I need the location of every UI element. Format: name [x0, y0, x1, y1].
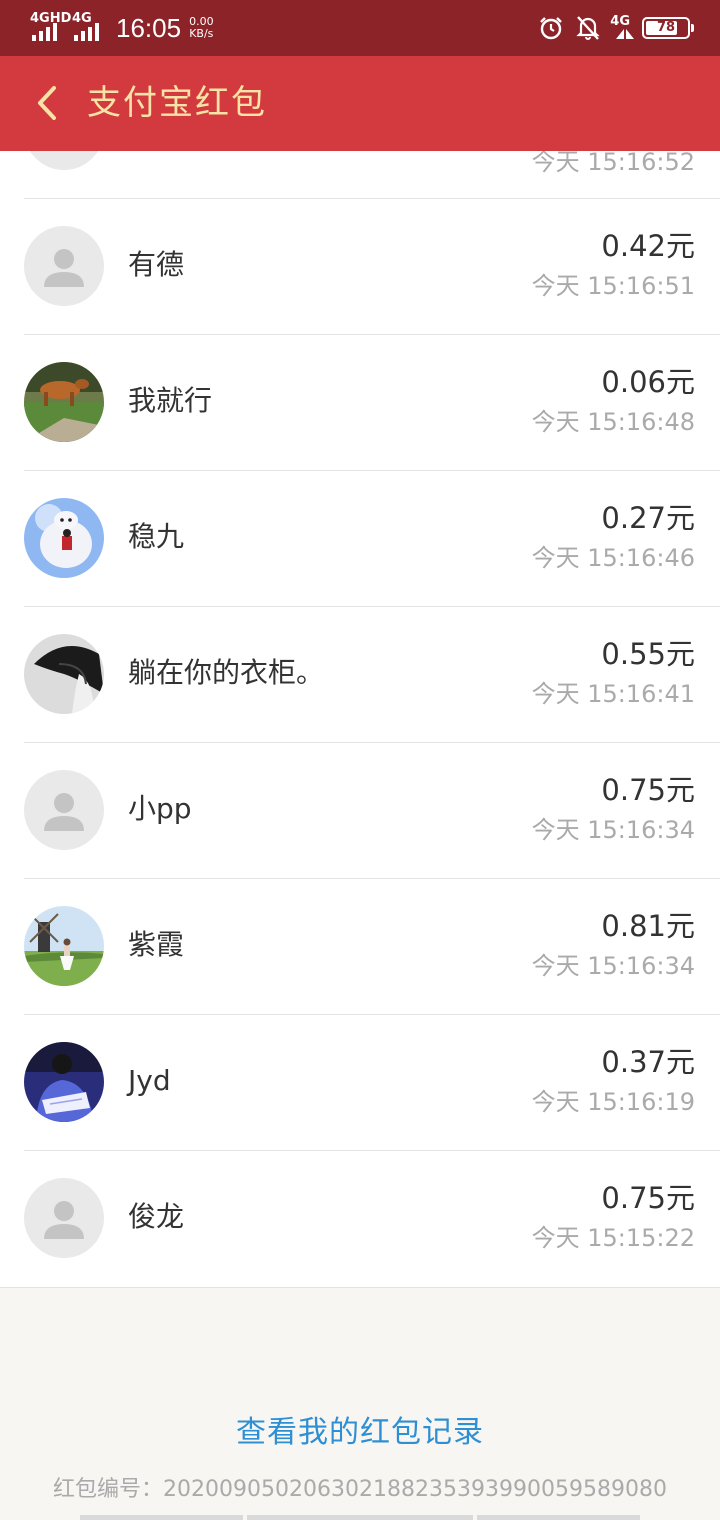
sender-name: 俊龙: [128, 1200, 185, 1233]
list-item[interactable]: 有德 0.42元今天 15:16:51: [0, 198, 720, 334]
divider: [24, 606, 720, 607]
avatar: [24, 151, 104, 170]
packet-amount: 0.81元: [601, 909, 695, 943]
receive-time: 今天 15:16:41: [531, 680, 695, 708]
list-item[interactable]: Jyd 0.37元今天 15:16:19: [0, 1014, 720, 1150]
avatar[interactable]: [24, 770, 104, 850]
list-rows: 有德 0.42元今天 15:16:51 我就行 0.06元今天 15:16:48 稳九 0…: [0, 198, 720, 1286]
battery-icon: 78: [642, 17, 694, 39]
list-item-partial[interactable]: 今天 15:16:52: [0, 151, 720, 198]
app-header: 支付宝红包: [0, 56, 720, 151]
speed-unit: KB/s: [189, 27, 214, 40]
bottom-tab-edge: [477, 1515, 640, 1520]
list-item[interactable]: 紫霞 0.81元今天 15:16:34: [0, 878, 720, 1014]
avatar[interactable]: [24, 906, 104, 986]
divider: [24, 878, 720, 879]
sender-name: 躺在你的衣柜。: [128, 656, 325, 689]
network-label: 4G: [610, 13, 630, 29]
avatar[interactable]: [24, 362, 104, 442]
avatar[interactable]: [24, 1042, 104, 1122]
avatar[interactable]: [24, 226, 104, 306]
divider: [24, 198, 720, 199]
bottom-tab-edge: [247, 1515, 473, 1520]
list-item[interactable]: 俊龙 0.75元今天 15:15:22: [0, 1150, 720, 1286]
receive-time: 今天 15:16:19: [531, 1088, 695, 1116]
network-speed: 0.00 KB/s: [189, 16, 214, 40]
packet-amount: 0.75元: [601, 1181, 695, 1215]
divider: [24, 1150, 720, 1151]
status-right: 4G 78: [538, 12, 694, 44]
packet-amount: 0.42元: [601, 229, 695, 263]
sender-name: 紫霞: [128, 928, 185, 961]
back-button[interactable]: [26, 80, 72, 126]
signal-icon: 4GHD: [30, 12, 71, 43]
receive-time: 今天 15:16:34: [531, 952, 695, 980]
page-title: 支付宝红包: [87, 83, 267, 123]
list-item[interactable]: 小pp 0.75元今天 15:16:34: [0, 742, 720, 878]
avatar[interactable]: [24, 1178, 104, 1258]
packet-amount: 0.55元: [601, 637, 695, 671]
divider: [24, 742, 720, 743]
avatar[interactable]: [24, 498, 104, 578]
footer: 查看我的红包记录 红包编号：20200905020630218823539399…: [0, 1287, 720, 1520]
packet-amount: 0.75元: [601, 773, 695, 807]
receive-time: 今天 15:16:34: [531, 816, 695, 844]
status-time: 16:05: [116, 12, 182, 43]
receive-time: 今天 15:15:22: [531, 1224, 695, 1252]
status-left: 4GHD 4G 16:05 0.00 KB/s: [30, 10, 214, 46]
sender-name: Jyd: [128, 1064, 171, 1097]
divider: [24, 334, 720, 335]
receive-time: 今天 15:16:46: [531, 544, 695, 572]
packet-serial: 红包编号：20200905020630218823539399005958​90…: [53, 1477, 667, 1502]
receive-time: 今天 15:16:51: [531, 272, 695, 300]
divider: [0, 1287, 720, 1288]
signal-icon: 4G: [72, 12, 110, 43]
status-bar: 4GHD 4G 16:05 0.00 KB/s 4G 78: [0, 0, 720, 56]
receive-time: 今天 15:16:48: [531, 408, 695, 436]
view-my-records-link[interactable]: 查看我的红包记录: [0, 1407, 720, 1451]
list-item[interactable]: 稳九 0.27元今天 15:16:46: [0, 470, 720, 606]
bell-off-icon: [576, 15, 600, 41]
bottom-tab-edge: [80, 1515, 243, 1520]
chevron-left-icon: [38, 86, 56, 120]
receive-time: 今天 15:16:52: [531, 151, 695, 176]
alarm-icon: [538, 15, 564, 41]
battery-level: 78: [656, 20, 676, 35]
sender-name: 我就行: [128, 384, 213, 417]
packet-amount: 0.37元: [601, 1045, 695, 1079]
red-packet-list: 今天 15:16:52 有德 0.42元 今天 15:16:51 我就行 0.06元 今天…: [0, 151, 720, 1287]
sender-name: 稳九: [128, 520, 185, 553]
divider: [24, 1014, 720, 1015]
list-item[interactable]: 躺在你的衣柜。 0.55元今天 15:16:41: [0, 606, 720, 742]
list-item[interactable]: 我就行 0.06元今天 15:16:48: [0, 334, 720, 470]
packet-amount: 0.27元: [601, 501, 695, 535]
avatar[interactable]: [24, 634, 104, 714]
sender-name: 小pp: [128, 792, 192, 825]
sender-name: 有德: [128, 248, 185, 281]
packet-amount: 0.06元: [601, 365, 695, 399]
divider: [24, 470, 720, 471]
